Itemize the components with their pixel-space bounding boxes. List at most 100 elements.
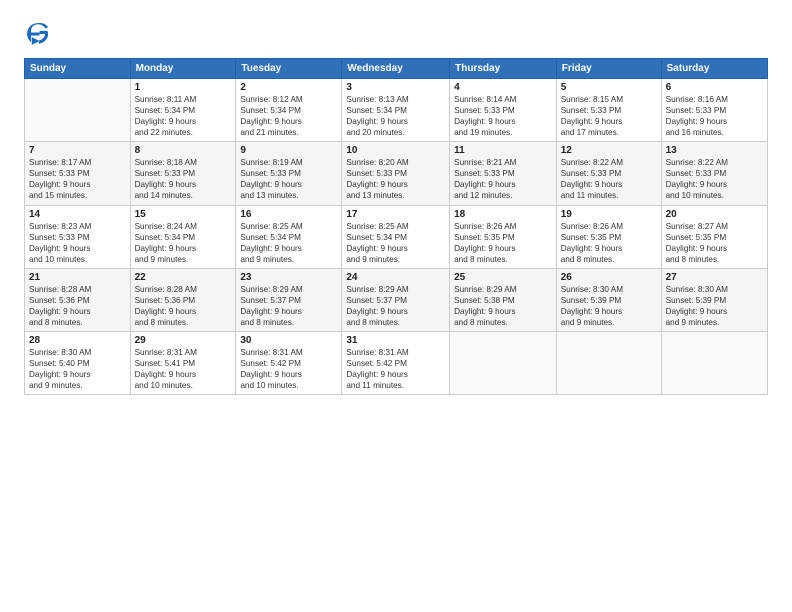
day-info: Sunrise: 8:30 AMSunset: 5:39 PMDaylight:… (561, 284, 657, 328)
day-number: 27 (666, 272, 763, 283)
calendar-cell: 10Sunrise: 8:20 AMSunset: 5:33 PMDayligh… (342, 142, 450, 205)
day-info: Sunrise: 8:31 AMSunset: 5:42 PMDaylight:… (346, 347, 445, 391)
calendar-cell: 4Sunrise: 8:14 AMSunset: 5:33 PMDaylight… (450, 79, 557, 142)
day-number: 24 (346, 272, 445, 283)
calendar-cell: 2Sunrise: 8:12 AMSunset: 5:34 PMDaylight… (236, 79, 342, 142)
day-number: 12 (561, 145, 657, 156)
day-info: Sunrise: 8:14 AMSunset: 5:33 PMDaylight:… (454, 94, 552, 138)
day-number: 18 (454, 209, 552, 220)
day-info: Sunrise: 8:19 AMSunset: 5:33 PMDaylight:… (240, 157, 337, 201)
calendar-cell: 14Sunrise: 8:23 AMSunset: 5:33 PMDayligh… (25, 205, 131, 268)
day-info: Sunrise: 8:31 AMSunset: 5:42 PMDaylight:… (240, 347, 337, 391)
day-number: 2 (240, 82, 337, 93)
calendar-cell (450, 332, 557, 395)
day-number: 31 (346, 335, 445, 346)
calendar-cell: 19Sunrise: 8:26 AMSunset: 5:35 PMDayligh… (556, 205, 661, 268)
calendar-cell: 30Sunrise: 8:31 AMSunset: 5:42 PMDayligh… (236, 332, 342, 395)
calendar-cell: 5Sunrise: 8:15 AMSunset: 5:33 PMDaylight… (556, 79, 661, 142)
day-number: 23 (240, 272, 337, 283)
calendar-cell: 13Sunrise: 8:22 AMSunset: 5:33 PMDayligh… (661, 142, 767, 205)
day-info: Sunrise: 8:27 AMSunset: 5:35 PMDaylight:… (666, 221, 763, 265)
calendar-table: SundayMondayTuesdayWednesdayThursdayFrid… (24, 58, 768, 395)
calendar-cell: 6Sunrise: 8:16 AMSunset: 5:33 PMDaylight… (661, 79, 767, 142)
day-of-week-sunday: Sunday (25, 59, 131, 79)
day-number: 19 (561, 209, 657, 220)
day-number: 7 (29, 145, 126, 156)
day-info: Sunrise: 8:23 AMSunset: 5:33 PMDaylight:… (29, 221, 126, 265)
day-info: Sunrise: 8:28 AMSunset: 5:36 PMDaylight:… (29, 284, 126, 328)
day-number: 6 (666, 82, 763, 93)
day-info: Sunrise: 8:25 AMSunset: 5:34 PMDaylight:… (240, 221, 337, 265)
day-info: Sunrise: 8:29 AMSunset: 5:37 PMDaylight:… (240, 284, 337, 328)
day-info: Sunrise: 8:29 AMSunset: 5:38 PMDaylight:… (454, 284, 552, 328)
day-number: 3 (346, 82, 445, 93)
calendar-cell: 15Sunrise: 8:24 AMSunset: 5:34 PMDayligh… (130, 205, 236, 268)
calendar-cell: 16Sunrise: 8:25 AMSunset: 5:34 PMDayligh… (236, 205, 342, 268)
day-info: Sunrise: 8:11 AMSunset: 5:34 PMDaylight:… (135, 94, 232, 138)
calendar-cell: 18Sunrise: 8:26 AMSunset: 5:35 PMDayligh… (450, 205, 557, 268)
day-info: Sunrise: 8:28 AMSunset: 5:36 PMDaylight:… (135, 284, 232, 328)
calendar-cell: 9Sunrise: 8:19 AMSunset: 5:33 PMDaylight… (236, 142, 342, 205)
calendar-cell (556, 332, 661, 395)
calendar-cell: 8Sunrise: 8:18 AMSunset: 5:33 PMDaylight… (130, 142, 236, 205)
calendar-cell: 28Sunrise: 8:30 AMSunset: 5:40 PMDayligh… (25, 332, 131, 395)
day-info: Sunrise: 8:31 AMSunset: 5:41 PMDaylight:… (135, 347, 232, 391)
day-info: Sunrise: 8:13 AMSunset: 5:34 PMDaylight:… (346, 94, 445, 138)
calendar-cell: 31Sunrise: 8:31 AMSunset: 5:42 PMDayligh… (342, 332, 450, 395)
page-header (24, 20, 768, 48)
day-info: Sunrise: 8:21 AMSunset: 5:33 PMDaylight:… (454, 157, 552, 201)
day-of-week-wednesday: Wednesday (342, 59, 450, 79)
day-info: Sunrise: 8:29 AMSunset: 5:37 PMDaylight:… (346, 284, 445, 328)
calendar-cell: 11Sunrise: 8:21 AMSunset: 5:33 PMDayligh… (450, 142, 557, 205)
calendar-cell: 22Sunrise: 8:28 AMSunset: 5:36 PMDayligh… (130, 268, 236, 331)
day-of-week-thursday: Thursday (450, 59, 557, 79)
day-number: 11 (454, 145, 552, 156)
day-of-week-friday: Friday (556, 59, 661, 79)
calendar-cell: 27Sunrise: 8:30 AMSunset: 5:39 PMDayligh… (661, 268, 767, 331)
logo (24, 20, 56, 48)
day-number: 28 (29, 335, 126, 346)
week-row-1: 1Sunrise: 8:11 AMSunset: 5:34 PMDaylight… (25, 79, 768, 142)
week-row-3: 14Sunrise: 8:23 AMSunset: 5:33 PMDayligh… (25, 205, 768, 268)
day-info: Sunrise: 8:18 AMSunset: 5:33 PMDaylight:… (135, 157, 232, 201)
day-info: Sunrise: 8:16 AMSunset: 5:33 PMDaylight:… (666, 94, 763, 138)
day-info: Sunrise: 8:30 AMSunset: 5:39 PMDaylight:… (666, 284, 763, 328)
calendar-header: SundayMondayTuesdayWednesdayThursdayFrid… (25, 59, 768, 79)
calendar-cell (25, 79, 131, 142)
day-number: 14 (29, 209, 126, 220)
calendar-cell (661, 332, 767, 395)
calendar-cell: 26Sunrise: 8:30 AMSunset: 5:39 PMDayligh… (556, 268, 661, 331)
day-number: 20 (666, 209, 763, 220)
calendar-cell: 21Sunrise: 8:28 AMSunset: 5:36 PMDayligh… (25, 268, 131, 331)
day-number: 29 (135, 335, 232, 346)
day-number: 22 (135, 272, 232, 283)
day-number: 16 (240, 209, 337, 220)
logo-icon (24, 20, 52, 48)
calendar-cell: 23Sunrise: 8:29 AMSunset: 5:37 PMDayligh… (236, 268, 342, 331)
day-info: Sunrise: 8:26 AMSunset: 5:35 PMDaylight:… (454, 221, 552, 265)
day-of-week-tuesday: Tuesday (236, 59, 342, 79)
day-number: 26 (561, 272, 657, 283)
calendar-cell: 24Sunrise: 8:29 AMSunset: 5:37 PMDayligh… (342, 268, 450, 331)
week-row-5: 28Sunrise: 8:30 AMSunset: 5:40 PMDayligh… (25, 332, 768, 395)
day-of-week-saturday: Saturday (661, 59, 767, 79)
day-info: Sunrise: 8:15 AMSunset: 5:33 PMDaylight:… (561, 94, 657, 138)
day-info: Sunrise: 8:20 AMSunset: 5:33 PMDaylight:… (346, 157, 445, 201)
days-of-week-row: SundayMondayTuesdayWednesdayThursdayFrid… (25, 59, 768, 79)
calendar-body: 1Sunrise: 8:11 AMSunset: 5:34 PMDaylight… (25, 79, 768, 395)
day-number: 21 (29, 272, 126, 283)
week-row-4: 21Sunrise: 8:28 AMSunset: 5:36 PMDayligh… (25, 268, 768, 331)
calendar-cell: 12Sunrise: 8:22 AMSunset: 5:33 PMDayligh… (556, 142, 661, 205)
day-info: Sunrise: 8:22 AMSunset: 5:33 PMDaylight:… (666, 157, 763, 201)
week-row-2: 7Sunrise: 8:17 AMSunset: 5:33 PMDaylight… (25, 142, 768, 205)
calendar-cell: 17Sunrise: 8:25 AMSunset: 5:34 PMDayligh… (342, 205, 450, 268)
day-info: Sunrise: 8:26 AMSunset: 5:35 PMDaylight:… (561, 221, 657, 265)
calendar-cell: 1Sunrise: 8:11 AMSunset: 5:34 PMDaylight… (130, 79, 236, 142)
day-number: 25 (454, 272, 552, 283)
day-info: Sunrise: 8:24 AMSunset: 5:34 PMDaylight:… (135, 221, 232, 265)
day-info: Sunrise: 8:30 AMSunset: 5:40 PMDaylight:… (29, 347, 126, 391)
day-number: 8 (135, 145, 232, 156)
day-number: 15 (135, 209, 232, 220)
calendar-cell: 7Sunrise: 8:17 AMSunset: 5:33 PMDaylight… (25, 142, 131, 205)
day-number: 5 (561, 82, 657, 93)
